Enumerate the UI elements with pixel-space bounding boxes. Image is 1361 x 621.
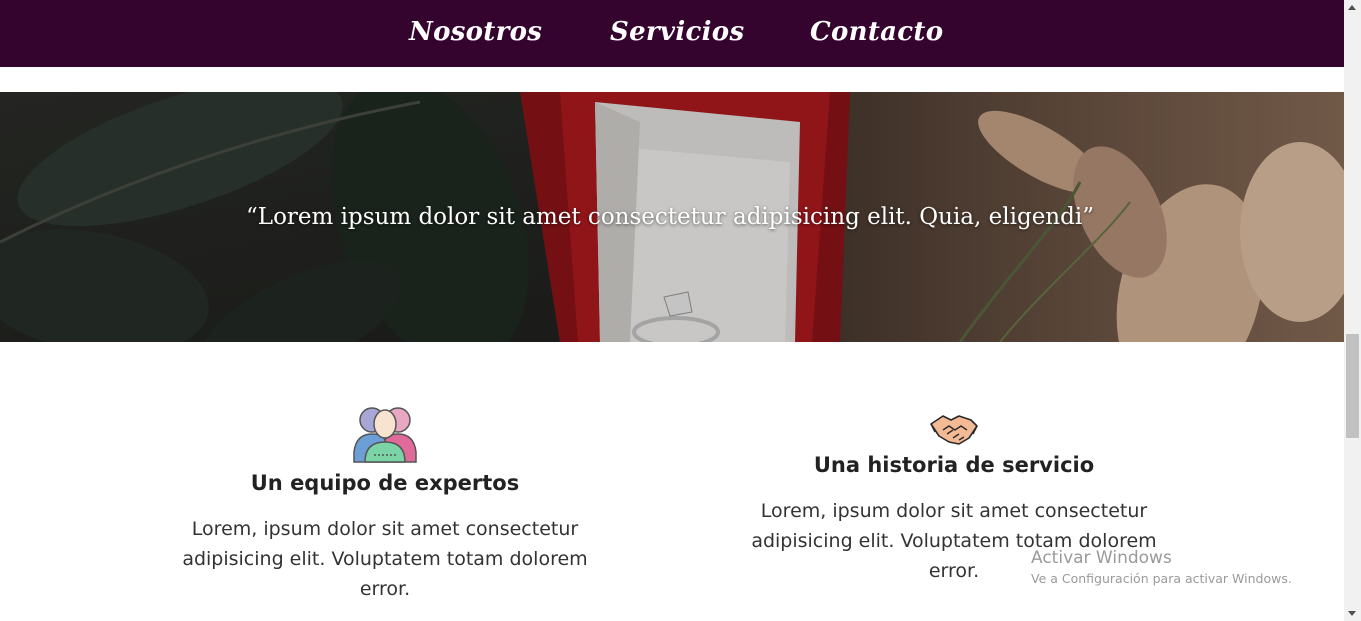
hero-quote: “Lorem ipsum dolor sit amet consectetur … (246, 204, 1094, 230)
hero-banner: “Lorem ipsum dolor sit amet consectetur … (0, 92, 1344, 342)
feature-text-line: Lorem, ipsum dolor sit amet consectetur (191, 518, 579, 540)
handshake-icon (930, 415, 978, 445)
feature-icon-wrap (175, 404, 595, 464)
feature-text-line: adipisicing elit. Voluptatem totam dolor… (182, 548, 588, 570)
scroll-up-arrow-icon[interactable] (1348, 5, 1356, 10)
feature-title: Un equipo de expertos (250, 471, 520, 495)
scroll-thumb[interactable] (1346, 334, 1359, 438)
nav-link-nosotros[interactable]: Nosotros (409, 13, 542, 51)
vertical-scrollbar[interactable] (1344, 0, 1361, 621)
feature-text-line: Lorem, ipsum dolor sit amet consectetur (760, 500, 1148, 522)
feature-icon-wrap (744, 410, 1164, 448)
nav-link-servicios[interactable]: Servicios (610, 13, 744, 51)
feature-team: Un equipo de expertos Lorem, ipsum dolor… (175, 404, 595, 604)
nav-link-contacto[interactable]: Contacto (810, 13, 943, 51)
feature-text-line: error. (359, 578, 411, 600)
top-navigation-bar: Nosotros Servicios Contacto (0, 0, 1344, 67)
scroll-down-arrow-icon[interactable] (1348, 611, 1356, 616)
feature-text: Lorem, ipsum dolor sit amet consectetur … (175, 514, 595, 604)
windows-activation-watermark: Activar Windows Ve a Configuración para … (1031, 546, 1292, 588)
people-group-icon (353, 407, 417, 463)
watermark-title: Activar Windows (1031, 548, 1172, 568)
watermark-subtitle: Ve a Configuración para activar Windows. (1031, 571, 1292, 586)
feature-title: Una historia de servicio (813, 453, 1095, 477)
